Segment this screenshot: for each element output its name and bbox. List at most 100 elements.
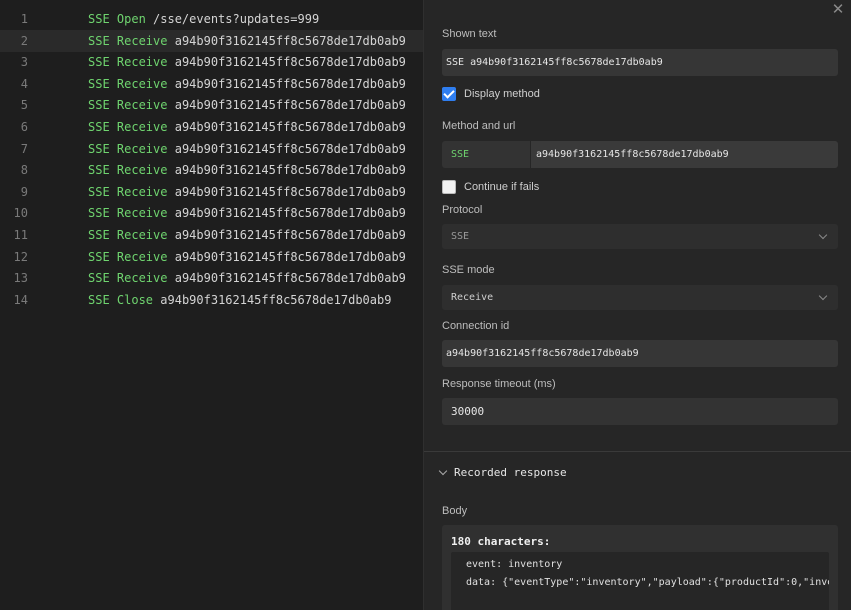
step-keyword: SSE Receive [88,249,168,264]
line-number: 5 [20,98,28,113]
shown-text-input[interactable]: SSE a94b90f3162145ff8c5678de17db0ab9 [442,49,838,76]
line-number: 6 [20,120,28,134]
line-number: 3 [20,55,28,70]
step-keyword: SSE Receive [88,228,168,242]
line-code: SSE Receive a94b90f3162145ff8c5678de17db… [88,159,406,181]
step-keyword: SSE Receive [88,120,168,134]
line-number: 14 [13,292,28,307]
code-line[interactable]: 12 SSE Receive a94b90f3162145ff8c5678de17… [0,246,423,268]
line-code: SSE Receive a94b90f3162145ff8c5678de17db… [88,246,406,268]
line-code: SSE Receive a94b90f3162145ff8c5678de17db… [88,94,406,116]
line-number: 9 [20,184,28,199]
line-code: SSE Receive a94b90f3162145ff8c5678de17db… [88,30,406,52]
display-method-label: Display method [464,88,540,100]
response-timeout-input[interactable]: 30000 [442,398,838,425]
line-number: 1 [20,12,28,26]
chevron-down-icon [818,230,828,240]
body-line: event: inventory [466,559,563,570]
step-argument: a94b90f3162145ff8c5678de17db0ab9 [174,206,406,221]
sse-mode-select[interactable]: Receive [442,285,838,310]
code-line[interactable]: 10 SSE Receive a94b90f3162145ff8c5678de17… [0,202,423,224]
step-argument: a94b90f3162145ff8c5678de17db0ab9 [174,76,406,91]
code-line[interactable]: 14 SSE Close a94b90f3162145ff8c5678de17db… [0,289,423,311]
method-field[interactable]: SSE [442,141,530,168]
line-code: SSE Receive a94b90f3162145ff8c5678de17db… [88,116,406,138]
step-argument: a94b90f3162145ff8c5678de17db0ab9 [160,292,392,307]
checkbox-checked-icon[interactable] [442,87,456,101]
line-number: 8 [20,163,28,178]
step-argument: /sse/events?updates=999 [153,12,320,26]
step-argument: a94b90f3162145ff8c5678de17db0ab9 [174,33,406,48]
step-argument: a94b90f3162145ff8c5678de17db0ab9 [174,120,406,134]
code-line[interactable]: 13 SSE Receive a94b90f3162145ff8c5678de17… [0,267,423,289]
code-line[interactable]: 4 SSE Receive a94b90f3162145ff8c5678de17d… [0,73,423,95]
step-settings-panel: ✕ Shown text SSE a94b90f3162145ff8c5678d… [423,0,851,610]
sse-mode-label: SSE mode [442,264,495,276]
code-editor[interactable]: 1 SSE Open /sse/events?updates=999 2 SSE Re… [0,0,423,610]
step-argument: a94b90f3162145ff8c5678de17db0ab9 [174,163,406,178]
connection-id-input[interactable]: a94b90f3162145ff8c5678de17db0ab9 [442,340,838,367]
protocol-label: Protocol [442,204,483,216]
line-number: 4 [20,76,28,91]
step-keyword: SSE Receive [88,163,168,178]
recorded-response-title: Recorded response [454,466,567,479]
line-code: SSE Receive a94b90f3162145ff8c5678de17db… [88,224,406,246]
chevron-down-icon [438,466,448,476]
step-argument: a94b90f3162145ff8c5678de17db0ab9 [174,98,406,113]
shown-text-label: Shown text [442,28,497,40]
line-code: SSE Open /sse/events?updates=999 [88,8,319,30]
step-keyword: SSE Receive [88,141,168,156]
code-line[interactable]: 11 SSE Receive a94b90f3162145ff8c5678de17… [0,224,423,246]
sse-mode-value: Receive [451,292,494,303]
step-keyword: SSE Receive [88,271,168,286]
response-body-code[interactable]: event: inventory data: {"eventType":"inv… [451,552,829,610]
line-number: 10 [13,206,28,221]
step-argument: a94b90f3162145ff8c5678de17db0ab9 [174,184,406,199]
line-code: SSE Receive a94b90f3162145ff8c5678de17db… [88,202,406,224]
code-line[interactable]: 3 SSE Receive a94b90f3162145ff8c5678de17d… [0,51,423,73]
connection-id-label: Connection id [442,320,510,332]
code-line[interactable]: 6 SSE Receive a94b90f3162145ff8c5678de17d… [0,116,423,138]
step-keyword: SSE Receive [88,55,168,70]
line-number: 7 [20,141,28,156]
section-divider [424,451,851,452]
line-code: SSE Close a94b90f3162145ff8c5678de17db0a… [88,289,391,311]
url-input[interactable]: a94b90f3162145ff8c5678de17db0ab9 [531,141,838,168]
line-number: 11 [13,228,28,242]
line-code: SSE Receive a94b90f3162145ff8c5678de17db… [88,51,406,73]
body-label: Body [442,505,468,517]
step-argument: a94b90f3162145ff8c5678de17db0ab9 [174,55,406,70]
code-line[interactable]: 2 SSE Receive a94b90f3162145ff8c5678de17d… [0,29,423,52]
code-line[interactable]: 8 SSE Receive a94b90f3162145ff8c5678de17d… [0,159,423,181]
code-line[interactable]: 1 SSE Open /sse/events?updates=999 [0,8,423,30]
line-code: SSE Receive a94b90f3162145ff8c5678de17db… [88,138,406,160]
code-line[interactable]: 7 SSE Receive a94b90f3162145ff8c5678de17d… [0,138,423,160]
line-number: 2 [20,33,28,48]
step-keyword: SSE Open [88,12,146,26]
step-argument: a94b90f3162145ff8c5678de17db0ab9 [174,228,406,242]
line-code: SSE Receive a94b90f3162145ff8c5678de17db… [88,181,406,203]
line-number: 12 [13,249,28,264]
step-keyword: SSE Close [88,292,154,307]
step-argument: a94b90f3162145ff8c5678de17db0ab9 [174,271,406,286]
close-icon[interactable]: ✕ [830,2,846,18]
continue-if-fails-label: Continue if fails [464,181,540,193]
line-code: SSE Receive a94b90f3162145ff8c5678de17db… [88,73,406,95]
code-line[interactable]: 9 SSE Receive a94b90f3162145ff8c5678de17d… [0,181,423,203]
code-line[interactable]: 5 SSE Receive a94b90f3162145ff8c5678de17d… [0,94,423,116]
line-number: 13 [13,271,28,286]
step-keyword: SSE Receive [88,184,168,199]
step-keyword: SSE Receive [88,76,168,91]
body-line: data: {"eventType":"inventory","payload"… [466,577,829,588]
response-body: 180 characters: event: inventory data: {… [442,525,838,610]
response-timeout-label: Response timeout (ms) [442,378,556,390]
protocol-select[interactable]: SSE [442,224,838,249]
step-keyword: SSE Receive [88,206,168,221]
chevron-down-icon [818,291,828,301]
step-keyword: SSE Receive [88,98,168,113]
checkbox-unchecked-icon[interactable] [442,180,456,194]
protocol-value: SSE [451,231,470,242]
step-argument: a94b90f3162145ff8c5678de17db0ab9 [174,141,406,156]
method-url-label: Method and url [442,120,516,132]
step-argument: a94b90f3162145ff8c5678de17db0ab9 [174,249,406,264]
